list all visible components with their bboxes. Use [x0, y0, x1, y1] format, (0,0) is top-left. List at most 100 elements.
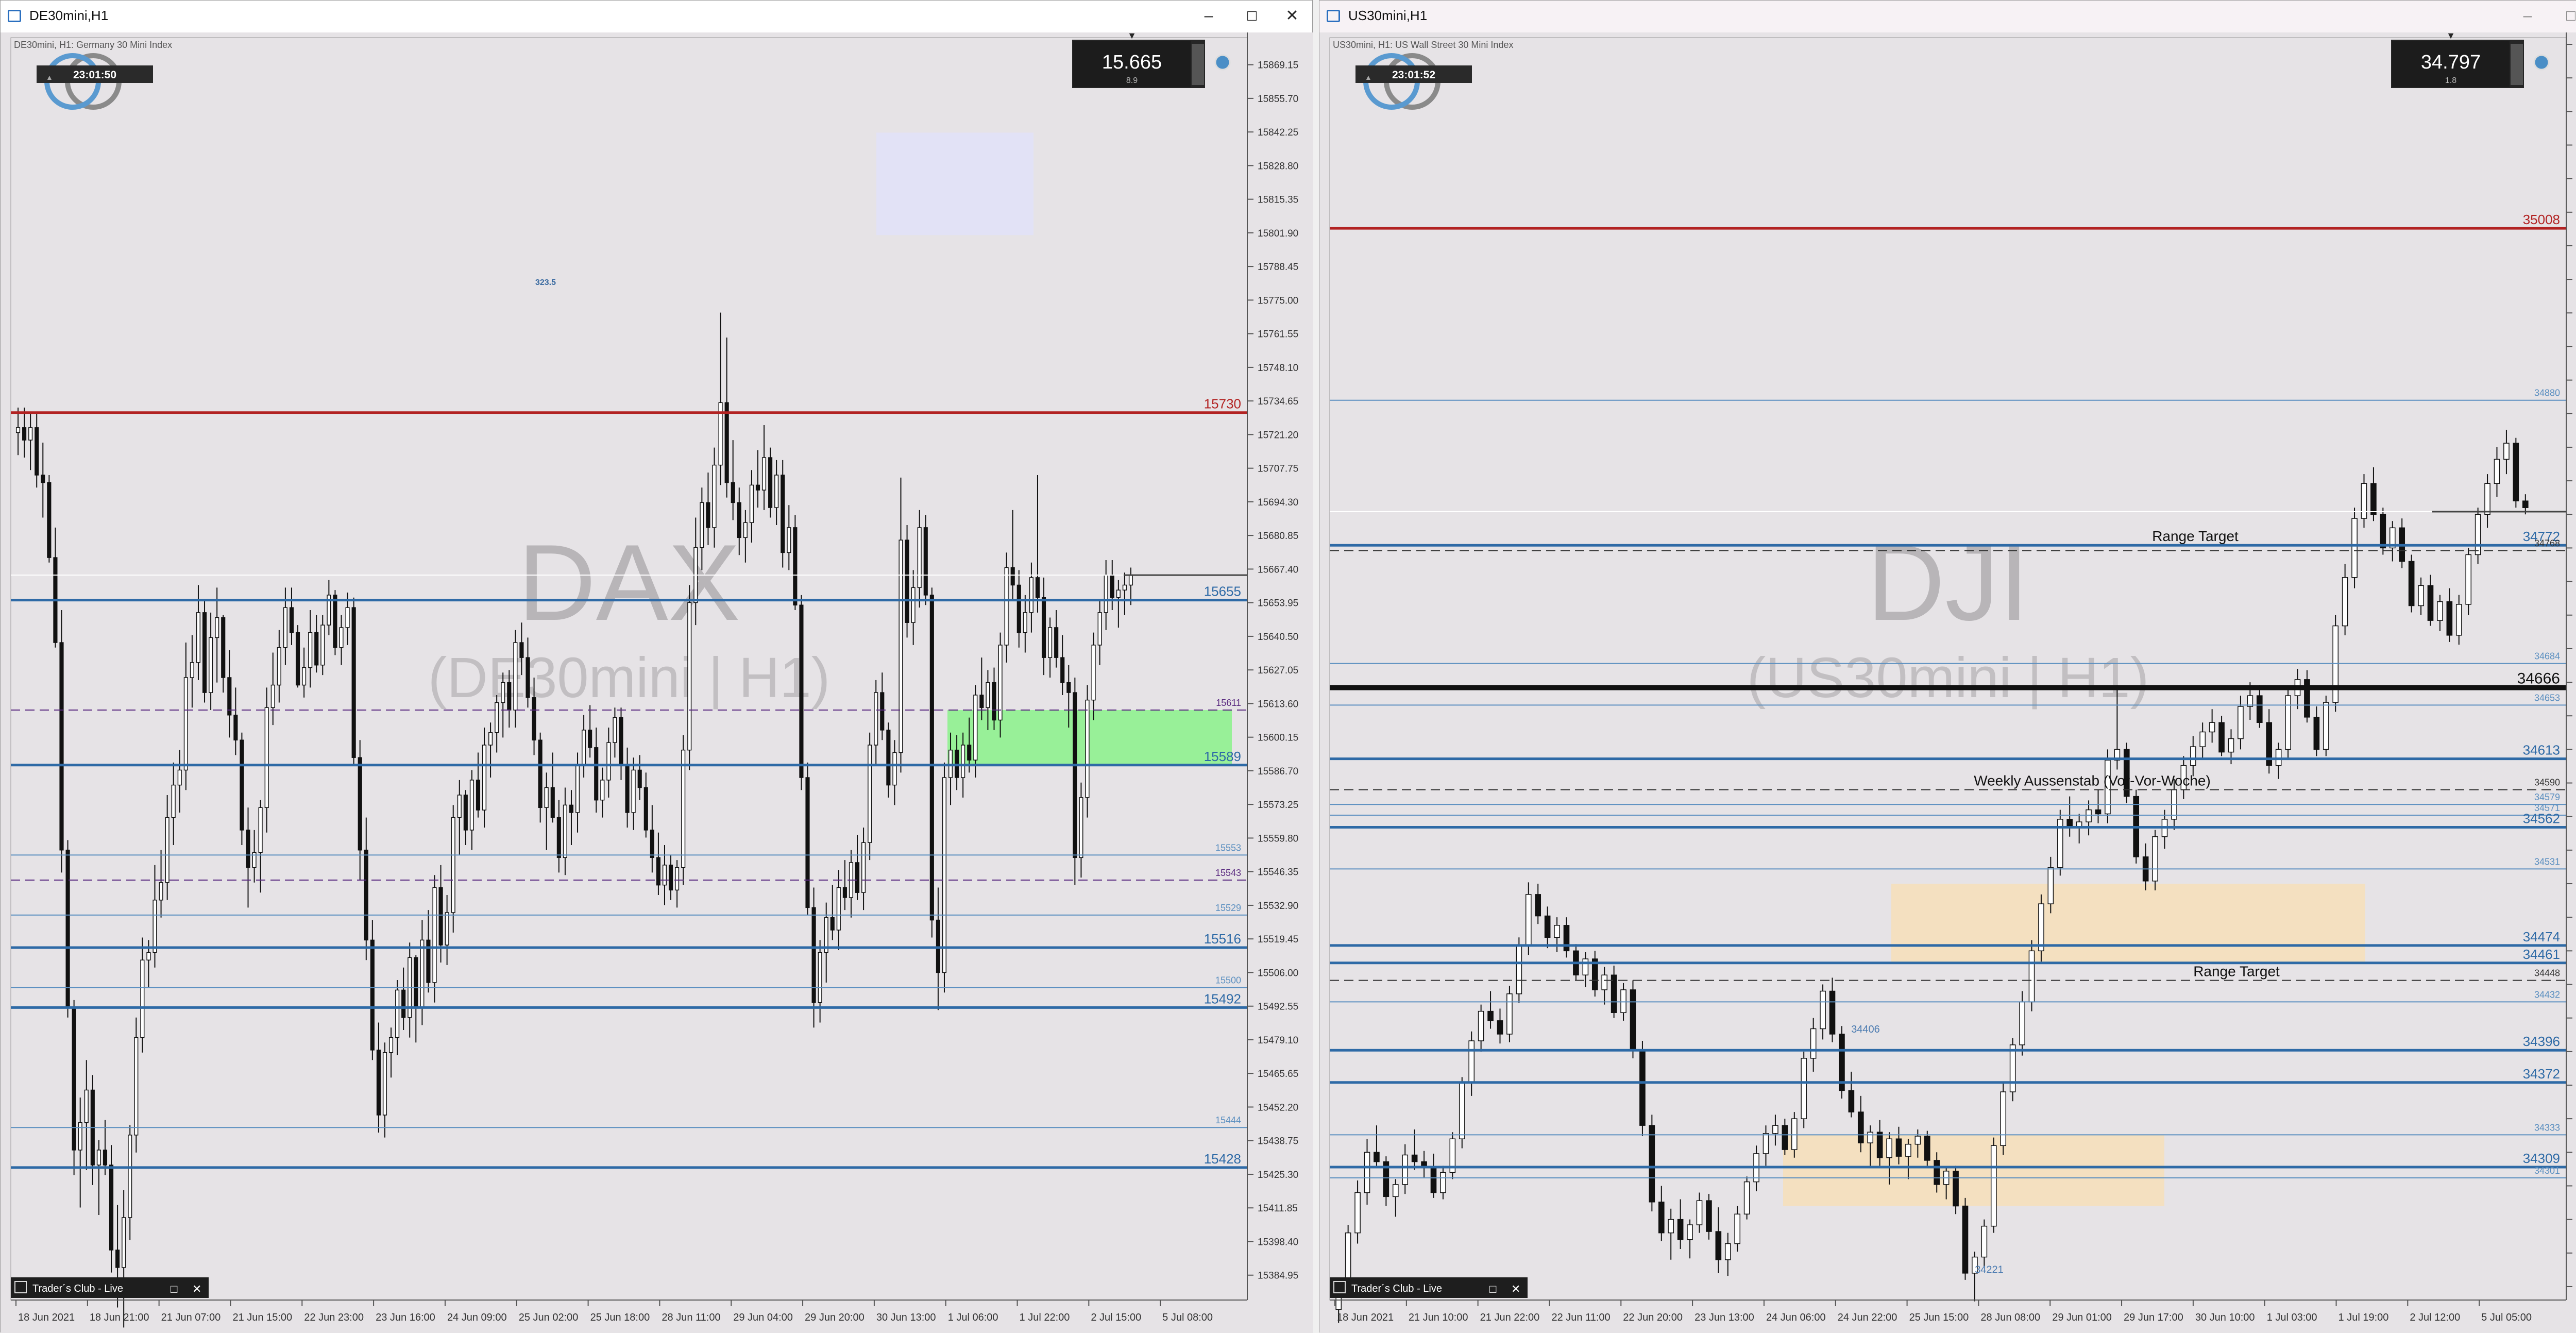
candle-body [2503, 443, 2510, 460]
candle-body [35, 427, 39, 476]
candle-body [737, 502, 741, 538]
candle-body [1668, 1219, 1674, 1234]
level-label: 34396 [2523, 1034, 2560, 1049]
y-tick-label: 15492.55 [1258, 1002, 1298, 1013]
x-tick-label: 1 Jul 06:00 [948, 1312, 998, 1323]
y-tick-label: 15869.15 [1258, 60, 1298, 71]
candle-body [376, 1050, 381, 1116]
y-tick-label: 15627.05 [1258, 665, 1298, 676]
y-tick-label: 15734.65 [1258, 396, 1298, 407]
candle-body [582, 730, 586, 766]
y-tick-label: 15384.95 [1258, 1271, 1298, 1281]
y-tick-label: 15573.25 [1258, 800, 1298, 811]
close-icon[interactable]: ✕ [192, 1283, 201, 1295]
candle-body [22, 427, 27, 441]
candle-body [270, 684, 275, 708]
restore-icon[interactable]: □ [171, 1283, 177, 1295]
candle [681, 735, 686, 885]
candle-body [1478, 1010, 1484, 1041]
minimize-button[interactable]: – [1195, 5, 1223, 27]
candle-body [656, 857, 660, 886]
candle [1630, 980, 1636, 1058]
candle-body [836, 887, 841, 931]
candle-body [811, 907, 816, 1003]
candle [1506, 986, 1513, 1042]
maximize-button[interactable]: □ [2557, 5, 2576, 27]
widget-toggle-icon[interactable] [1214, 54, 1231, 71]
close-icon[interactable]: ✕ [1511, 1283, 1520, 1295]
candle [1990, 1137, 1997, 1233]
candle-body [755, 484, 760, 491]
candle-body [1677, 1219, 1684, 1240]
candle-body [1023, 612, 1027, 633]
widget-slider[interactable] [1192, 44, 1204, 85]
x-tick-label: 5 Jul 05:00 [2481, 1312, 2532, 1323]
candle-body [1876, 1132, 1883, 1158]
restore-icon[interactable]: □ [1489, 1283, 1496, 1295]
candle-body [469, 780, 474, 831]
level-label: 34768 [2534, 538, 2560, 549]
x-tick-label: 24 Jun 22:00 [1838, 1312, 1897, 1323]
candle-body [613, 717, 617, 743]
candle-body [476, 780, 481, 811]
title-bar: US30mini,H1 – □ ✕ [1319, 1, 2576, 33]
close-button[interactable]: ✕ [1278, 5, 1306, 27]
candle-body [1762, 1133, 1769, 1154]
candle [1073, 677, 1077, 885]
widget-toggle-icon[interactable] [2533, 54, 2550, 71]
candle-body [1914, 1136, 1921, 1145]
x-tick-label: 21 Jun 22:00 [1480, 1312, 1540, 1323]
level-label: 15553 [1215, 842, 1241, 853]
y-tick-label: 15452.20 [1258, 1102, 1298, 1113]
candle-body [600, 780, 605, 801]
candle-body [41, 475, 45, 483]
level-label: 35008 [2523, 212, 2560, 227]
candle-body [892, 752, 897, 786]
candle [1649, 1115, 1655, 1211]
candle-body [1829, 990, 1836, 1035]
candle-body [1554, 925, 1560, 938]
y-tick-label: 15425.30 [1258, 1170, 1298, 1180]
candle-body [2095, 809, 2102, 815]
candle-body [563, 804, 567, 858]
candle [2513, 437, 2519, 508]
level-label: 15543 [1215, 868, 1241, 878]
candle-body [1066, 682, 1071, 693]
minimize-button[interactable]: – [2514, 5, 2541, 27]
candle-body [1810, 1028, 1817, 1059]
y-tick-label: 15640.50 [1258, 632, 1298, 643]
candle-body [1430, 1167, 1437, 1193]
candle-body [1905, 1143, 1911, 1157]
watermark-subtitle: (DE30mini | H1) [428, 646, 830, 710]
level-label: 34613 [2523, 743, 2560, 758]
candle-body [2047, 867, 2054, 904]
candle [2000, 1082, 2007, 1155]
candle [1459, 1077, 1465, 1149]
candle-body [432, 887, 437, 983]
watermark-title: DAX [518, 522, 740, 643]
candle-body [2465, 554, 2472, 605]
dji-chart-area[interactable]: DJI(US30mini | H1)3500834880347723476834… [1319, 32, 2576, 1333]
candle-body [868, 745, 872, 843]
widget-slider[interactable] [2511, 44, 2523, 85]
candle-body [2522, 500, 2529, 508]
candle [2009, 1038, 2016, 1102]
candle-body [805, 777, 810, 908]
y-tick-label: 15775.00 [1258, 295, 1298, 306]
candle-body [1924, 1136, 1930, 1161]
candle-body [1128, 575, 1133, 586]
candle-body [345, 607, 350, 628]
candle-body [1016, 584, 1021, 633]
dax-chart-area[interactable]: DAX(DE30mini | H1) 15730 15655 15611 15589 15… [1, 32, 1313, 1333]
candle-body [513, 642, 518, 711]
candle-body [1073, 692, 1077, 858]
candle-body [1981, 1225, 1988, 1258]
candle [1639, 1040, 1646, 1137]
chart-annotation: Range Target [2152, 528, 2239, 544]
x-tick-label: 1 Jul 03:00 [2267, 1312, 2317, 1323]
candle [1801, 1051, 1807, 1128]
x-tick-label: 29 Jun 04:00 [733, 1312, 793, 1323]
candle-body [625, 765, 630, 813]
maximize-button[interactable]: □ [1238, 5, 1266, 27]
candle-body [967, 745, 972, 761]
